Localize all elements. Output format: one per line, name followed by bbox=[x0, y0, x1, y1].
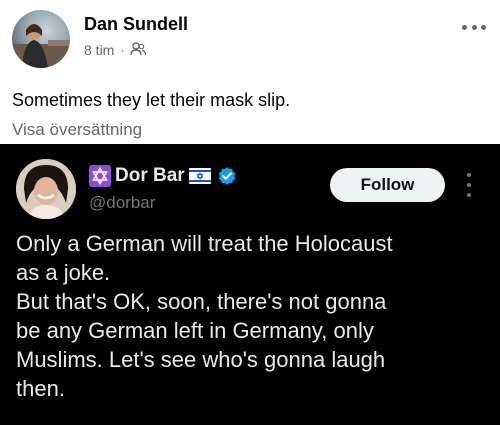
israel-flag-icon bbox=[188, 168, 211, 184]
more-vertical-icon[interactable] bbox=[466, 173, 472, 197]
facebook-post: Dan Sundell 8 tim · Sometimes they let t… bbox=[0, 0, 500, 425]
friends-icon[interactable] bbox=[130, 41, 147, 59]
post-time[interactable]: 8 tim bbox=[84, 42, 114, 58]
verified-badge-icon bbox=[217, 166, 237, 186]
tweet-author-name[interactable]: Dor Bar bbox=[115, 165, 185, 187]
tweet-author-handle[interactable]: @dorbar bbox=[89, 193, 155, 213]
author-avatar[interactable] bbox=[12, 10, 70, 68]
tweet-text-line: be any German left in Germany, only bbox=[16, 318, 374, 343]
tweet-text-line: then. bbox=[16, 376, 65, 401]
star-of-david-icon bbox=[89, 165, 111, 187]
tweet-text-line: Only a German will treat the Holocaust bbox=[16, 231, 393, 256]
tweet-text-line: as a joke. bbox=[16, 260, 111, 285]
tweet-text: Only a German will treat the Holocaust a… bbox=[16, 229, 486, 403]
post-caption: Sometimes they let their mask slip. bbox=[12, 90, 291, 110]
follow-button[interactable]: Follow bbox=[330, 168, 445, 202]
tweet-text-line: Muslims. Let's see who's gonna laugh bbox=[16, 347, 386, 372]
see-translation-link[interactable]: Visa översättning bbox=[12, 120, 142, 140]
more-horizontal-icon[interactable] bbox=[462, 22, 486, 32]
embedded-tweet: Dor Bar @dorbar Follow Only a German wil… bbox=[0, 144, 500, 425]
tweet-text-line: But that's OK, soon, there's not gonna bbox=[16, 289, 387, 314]
tweet-author-avatar[interactable] bbox=[16, 159, 76, 219]
tweet-author-row[interactable]: Dor Bar bbox=[89, 164, 237, 188]
author-name[interactable]: Dan Sundell bbox=[84, 14, 188, 35]
post-meta: 8 tim · bbox=[84, 41, 147, 59]
meta-separator: · bbox=[120, 43, 125, 57]
